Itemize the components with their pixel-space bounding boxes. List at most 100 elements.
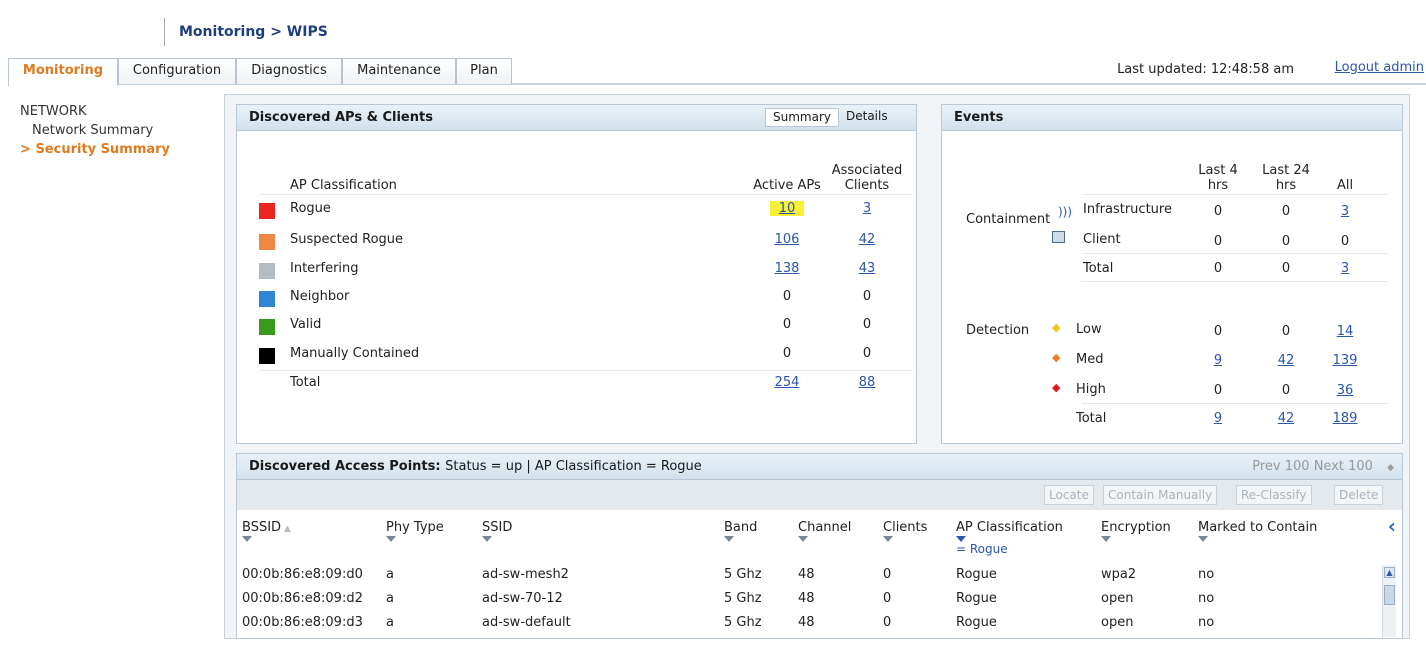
row-value: 0 bbox=[862, 317, 872, 332]
col-ssid[interactable]: SSID bbox=[482, 520, 512, 542]
scroll-thumb[interactable] bbox=[1384, 585, 1395, 605]
contain-manually-button[interactable]: Contain Manually bbox=[1103, 485, 1218, 505]
suspected-clients-link[interactable]: 42 bbox=[859, 232, 876, 247]
detection-total-label: Total bbox=[1076, 411, 1107, 426]
detection-total-last4-link[interactable]: 9 bbox=[1198, 411, 1238, 426]
high-all-link[interactable]: 36 bbox=[1325, 383, 1365, 398]
reclassify-button[interactable]: Re-Classify bbox=[1236, 485, 1312, 505]
infra-all-link[interactable]: 3 bbox=[1325, 204, 1365, 219]
low-all-link[interactable]: 14 bbox=[1325, 324, 1365, 339]
table-row[interactable]: 00:0b:86:e8:09:d3 a ad-sw-default 5 Ghz … bbox=[237, 613, 1377, 635]
containment-total-all-link[interactable]: 3 bbox=[1325, 261, 1365, 276]
col-band[interactable]: Band bbox=[724, 520, 757, 542]
filter-icon[interactable] bbox=[724, 536, 734, 542]
summary-toggle[interactable]: Summary bbox=[765, 108, 839, 127]
filter-icon[interactable] bbox=[482, 536, 492, 542]
filter-icon[interactable] bbox=[242, 536, 252, 542]
col-ap-classification[interactable]: AP Classification = Rogue bbox=[956, 520, 1063, 557]
rogue-clients-link[interactable]: 3 bbox=[863, 201, 871, 216]
active-filter-text: Status = up | AP Classification = Rogue bbox=[445, 459, 702, 474]
scroll-up-icon[interactable]: ▲ bbox=[1384, 567, 1395, 578]
infra-last4: 0 bbox=[1213, 204, 1223, 219]
cell-classification: Rogue bbox=[956, 567, 997, 582]
cell-channel: 48 bbox=[798, 615, 815, 630]
locate-button[interactable]: Locate bbox=[1044, 485, 1094, 505]
col-label: BSSID bbox=[242, 520, 282, 535]
filter-icon[interactable] bbox=[883, 536, 893, 542]
filter-icon[interactable] bbox=[1198, 536, 1208, 542]
med-all-link[interactable]: 139 bbox=[1325, 353, 1365, 368]
col-clients[interactable]: Clients bbox=[883, 520, 927, 542]
col-label: AP Classification bbox=[956, 520, 1063, 535]
row-label: Total bbox=[290, 375, 321, 390]
col-label: Marked to Contain bbox=[1198, 520, 1318, 535]
active-filter-label: = Rogue bbox=[956, 542, 1008, 556]
detection-total-all-link[interactable]: 189 bbox=[1325, 411, 1365, 426]
last-updated: Last updated: 12:48:58 am bbox=[1117, 62, 1294, 77]
color-swatch bbox=[259, 348, 275, 364]
tab-plan[interactable]: Plan bbox=[456, 58, 512, 84]
pager-links[interactable]: Prev 100 Next 100 bbox=[1252, 459, 1373, 474]
chevron-right-icon: > bbox=[20, 142, 31, 157]
color-swatch bbox=[259, 203, 275, 219]
cell-classification: Rogue bbox=[956, 615, 997, 630]
computer-icon bbox=[1052, 231, 1065, 243]
tab-configuration[interactable]: Configuration bbox=[118, 58, 236, 84]
sidebar-section-network: NETWORK bbox=[20, 104, 87, 119]
med-last24-link[interactable]: 42 bbox=[1266, 353, 1306, 368]
low-label: Low bbox=[1076, 322, 1102, 337]
col-encryption[interactable]: Encryption bbox=[1101, 520, 1171, 542]
color-swatch bbox=[259, 263, 275, 279]
discovered-access-points-panel: Discovered Access Points: Status = up | … bbox=[236, 453, 1403, 639]
rogue-active-link[interactable]: 10 bbox=[769, 201, 805, 216]
suspected-active-link[interactable]: 106 bbox=[775, 232, 800, 247]
row-label: Valid bbox=[290, 317, 322, 332]
collapse-chevron-icon[interactable]: ‹ bbox=[1388, 514, 1396, 538]
filter-icon[interactable] bbox=[798, 536, 808, 542]
filter-icon[interactable] bbox=[386, 536, 396, 542]
sidebar-item-network-summary[interactable]: Network Summary bbox=[32, 123, 170, 138]
tab-diagnostics[interactable]: Diagnostics bbox=[236, 58, 342, 84]
row-value: 0 bbox=[782, 317, 792, 332]
details-toggle[interactable]: Details bbox=[839, 108, 895, 127]
color-swatch bbox=[259, 234, 275, 250]
filter-icon[interactable] bbox=[1101, 536, 1111, 542]
col-bssid[interactable]: BSSID ▲ bbox=[242, 520, 291, 542]
col-marked-to-contain[interactable]: Marked to Contain bbox=[1198, 520, 1317, 542]
table-row[interactable]: 00:0b:86:e8:09:d2 a ad-sw-70-12 5 Ghz 48… bbox=[237, 589, 1377, 611]
row-value: 0 bbox=[862, 289, 872, 304]
infrastructure-label: Infrastructure bbox=[1083, 202, 1172, 217]
classification-row: Suspected Rogue 106 42 bbox=[237, 232, 918, 256]
low-last24: 0 bbox=[1281, 324, 1291, 339]
interfering-clients-link[interactable]: 43 bbox=[859, 261, 876, 276]
low-last4: 0 bbox=[1213, 324, 1223, 339]
interfering-active-link[interactable]: 138 bbox=[775, 261, 800, 276]
pager-sort-icon[interactable]: ◆ bbox=[1387, 463, 1394, 473]
col-label: Band bbox=[724, 520, 758, 535]
panel-title: Discovered APs & Clients bbox=[249, 110, 433, 125]
total-clients-link[interactable]: 88 bbox=[859, 375, 876, 390]
tab-maintenance[interactable]: Maintenance bbox=[342, 58, 456, 84]
detection-total-last24-link[interactable]: 42 bbox=[1266, 411, 1306, 426]
row-value: 0 bbox=[782, 346, 792, 361]
logout-link[interactable]: Logout admin bbox=[1335, 60, 1424, 75]
col-channel[interactable]: Channel bbox=[798, 520, 851, 542]
delete-button[interactable]: Delete bbox=[1334, 485, 1384, 505]
med-last4-link[interactable]: 9 bbox=[1198, 353, 1238, 368]
cell-channel: 48 bbox=[798, 591, 815, 606]
panel-title: Discovered Access Points: bbox=[249, 459, 441, 474]
table-row[interactable]: 00:0b:86:e8:09:d0 a ad-sw-mesh2 5 Ghz 48… bbox=[237, 565, 1377, 587]
col-all: All bbox=[1336, 178, 1354, 193]
col-last24: Last 24 bbox=[1262, 163, 1310, 178]
sidebar-item-security-summary[interactable]: > Security Summary bbox=[20, 142, 170, 157]
total-active-link[interactable]: 254 bbox=[775, 375, 800, 390]
row-label: Interfering bbox=[290, 261, 359, 276]
col-label: Phy Type bbox=[386, 520, 444, 535]
cell-bssid: 00:0b:86:e8:09:d3 bbox=[242, 615, 363, 630]
cell-phy: a bbox=[386, 591, 394, 606]
cell-band: 5 Ghz bbox=[724, 567, 762, 582]
col-phy-type[interactable]: Phy Type bbox=[386, 520, 444, 542]
infra-last24: 0 bbox=[1281, 204, 1291, 219]
tab-monitoring[interactable]: Monitoring bbox=[8, 58, 118, 86]
table-scrollbar[interactable]: ▲ bbox=[1382, 565, 1396, 637]
